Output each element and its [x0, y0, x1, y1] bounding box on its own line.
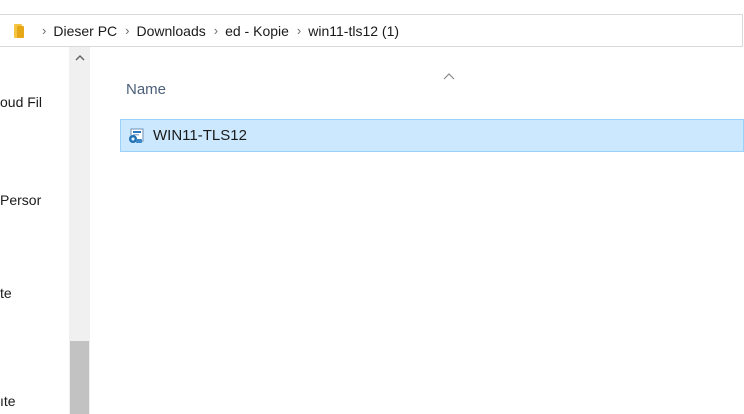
breadcrumb-separator[interactable]: › — [214, 23, 218, 38]
scroll-up-arrow-icon[interactable] — [69, 47, 90, 67]
file-row[interactable]: WIN11-TLS12 — [120, 119, 744, 152]
column-header-name[interactable]: Name — [126, 81, 166, 98]
nav-item-ite[interactable]: ıte — [0, 393, 16, 409]
breadcrumb-separator[interactable]: › — [125, 23, 129, 38]
breadcrumb-ed-kopie[interactable]: ed - Kopie — [225, 23, 289, 39]
scrollbar-thumb[interactable] — [70, 341, 89, 414]
file-name[interactable]: WIN11-TLS12 — [153, 127, 247, 144]
breadcrumb-win11-tls12[interactable]: win11-tls12 (1) — [308, 23, 399, 39]
setup-installer-icon — [127, 127, 145, 145]
nav-scrollbar[interactable] — [69, 47, 90, 414]
nav-item-personal[interactable]: Persor — [0, 192, 41, 208]
breadcrumb-downloads[interactable]: Downloads — [136, 23, 205, 39]
nav-item-te[interactable]: te — [0, 285, 12, 301]
folder-icon — [14, 21, 34, 41]
breadcrumb-separator[interactable]: › — [297, 23, 301, 38]
nav-item-cloud-files[interactable]: oud Fil — [0, 94, 42, 110]
breadcrumb-separator[interactable]: › — [42, 23, 46, 38]
file-list-pane: Name WIN11-TLS12 — [91, 47, 744, 414]
window-top-strip — [0, 0, 744, 14]
address-bar[interactable]: › Dieser PC › Downloads › ed - Kopie › w… — [0, 14, 743, 47]
breadcrumb-dieser-pc[interactable]: Dieser PC — [53, 23, 117, 39]
sort-ascending-icon — [443, 67, 455, 85]
